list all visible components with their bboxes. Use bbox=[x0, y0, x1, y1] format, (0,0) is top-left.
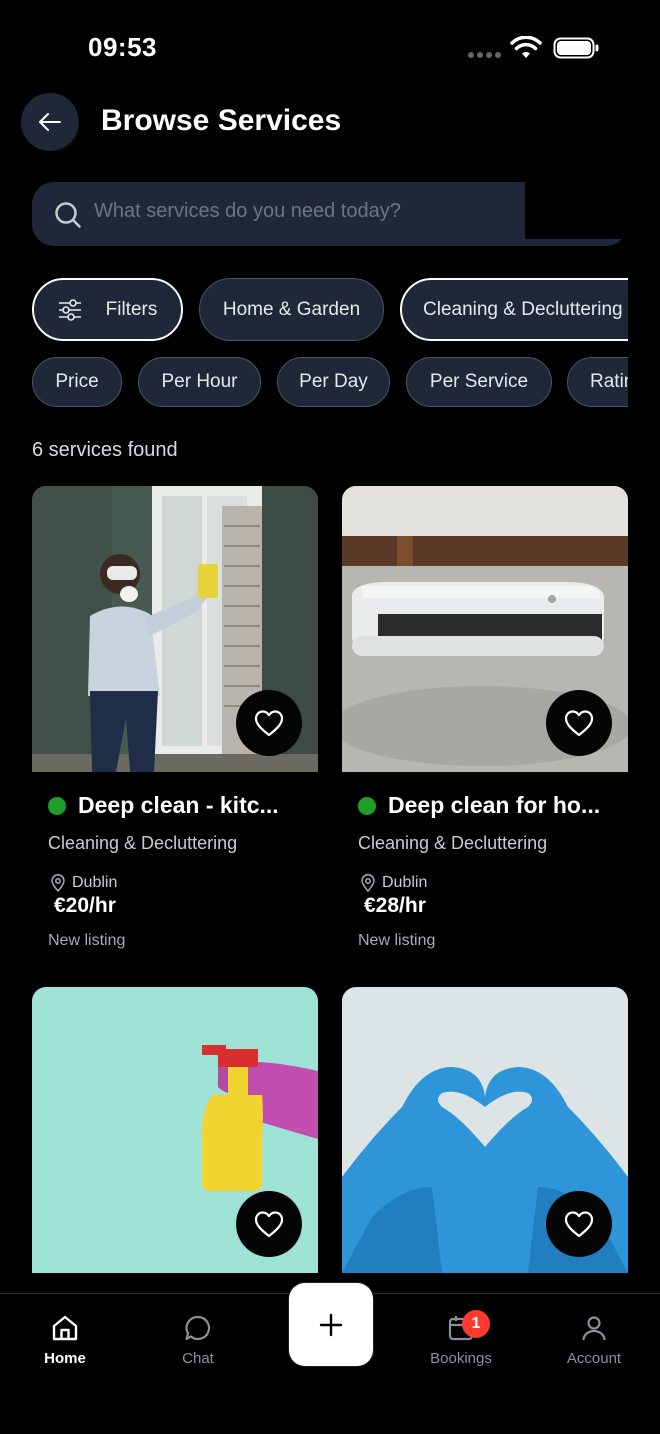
location-text: Dublin bbox=[72, 874, 118, 891]
favorite-button[interactable] bbox=[236, 690, 302, 756]
service-title: Deep clean - kitc... bbox=[48, 792, 279, 819]
listing-badge: New listing bbox=[358, 932, 436, 949]
wifi-icon bbox=[510, 36, 542, 58]
chip-label: Per Day bbox=[299, 371, 368, 392]
chip-rating[interactable]: Rating bbox=[567, 357, 628, 407]
search-input[interactable] bbox=[94, 194, 514, 228]
results-count: 6 services found bbox=[32, 439, 178, 461]
service-location: Dublin bbox=[50, 874, 117, 892]
status-dot bbox=[48, 796, 66, 815]
heart-icon bbox=[564, 1211, 594, 1238]
chip-price[interactable]: Price bbox=[32, 357, 122, 407]
arrow-left-icon bbox=[39, 113, 61, 131]
service-card[interactable] bbox=[32, 987, 318, 1293]
service-price: €28/hr bbox=[364, 894, 426, 917]
nav-chat[interactable]: Chat bbox=[143, 1314, 253, 1367]
service-image bbox=[342, 486, 628, 772]
service-category: Cleaning & Decluttering bbox=[358, 833, 548, 853]
heart-icon bbox=[564, 710, 594, 737]
nav-label: Bookings bbox=[430, 1350, 492, 1367]
chat-bubble-icon bbox=[185, 1315, 211, 1341]
service-image bbox=[342, 987, 628, 1273]
nav-account[interactable]: Account bbox=[539, 1314, 649, 1367]
back-button[interactable] bbox=[21, 93, 79, 151]
service-price: €20/hr bbox=[54, 894, 116, 917]
home-icon bbox=[52, 1315, 78, 1341]
category-chip-row: Filters Home & Garden Cleaning & Declutt… bbox=[32, 278, 628, 342]
location-pin-icon bbox=[51, 874, 65, 892]
service-location: Dublin bbox=[360, 874, 427, 892]
service-title-text: Deep clean - kitc... bbox=[78, 792, 279, 818]
person-icon bbox=[582, 1316, 606, 1341]
status-bar: 09:53 bbox=[0, 0, 660, 96]
location-text: Dublin bbox=[382, 874, 428, 891]
pricing-chip-row: Price Per Hour Per Day Per Service Ratin… bbox=[32, 357, 628, 407]
search-icon bbox=[55, 202, 81, 228]
favorite-button[interactable] bbox=[546, 1191, 612, 1257]
heart-icon bbox=[254, 710, 284, 737]
service-card[interactable] bbox=[342, 987, 628, 1293]
favorite-button[interactable] bbox=[236, 1191, 302, 1257]
chip-label: Rating bbox=[590, 371, 628, 392]
chip-per-hour[interactable]: Per Hour bbox=[138, 357, 261, 407]
service-card[interactable]: Deep clean for ho... Cleaning & Declutte… bbox=[342, 486, 628, 966]
nav-home[interactable]: Home bbox=[10, 1314, 120, 1367]
nav-label: Chat bbox=[182, 1350, 214, 1367]
chip-label: Per Hour bbox=[161, 371, 238, 392]
chip-cleaning-decluttering[interactable]: Cleaning & Decluttering bbox=[400, 278, 628, 341]
chip-label: Cleaning & Decluttering bbox=[423, 298, 623, 320]
location-pin-icon bbox=[361, 874, 375, 892]
chip-per-service[interactable]: Per Service bbox=[406, 357, 552, 407]
favorite-button[interactable] bbox=[546, 690, 612, 756]
status-dot bbox=[358, 796, 376, 815]
battery-icon bbox=[553, 37, 599, 59]
service-category: Cleaning & Decluttering bbox=[48, 833, 238, 853]
service-image bbox=[32, 987, 318, 1273]
nav-label: Account bbox=[566, 1350, 622, 1367]
heart-icon bbox=[254, 1211, 284, 1238]
service-title: Deep clean for ho... bbox=[358, 792, 600, 819]
chip-label: Per Service bbox=[429, 371, 529, 392]
listing-badge: New listing bbox=[48, 932, 126, 949]
chip-label: Home & Garden bbox=[222, 298, 361, 320]
service-image bbox=[32, 486, 318, 772]
chip-label: Price bbox=[55, 371, 99, 392]
signal-icon bbox=[468, 52, 501, 58]
status-time: 09:53 bbox=[88, 32, 157, 62]
chip-home-garden[interactable]: Home & Garden bbox=[199, 278, 384, 341]
service-card[interactable]: Deep clean - kitc... Cleaning & Declutte… bbox=[32, 486, 318, 966]
add-service-button[interactable] bbox=[289, 1283, 373, 1366]
service-title-text: Deep clean for ho... bbox=[388, 792, 601, 818]
plus-icon bbox=[319, 1313, 343, 1336]
filters-button[interactable]: Filters bbox=[32, 278, 183, 341]
search-bar-edge bbox=[525, 182, 628, 239]
filters-label: Filters bbox=[105, 298, 158, 320]
nav-label: Home bbox=[44, 1350, 86, 1367]
nav-bookings[interactable]: Bookings bbox=[406, 1314, 516, 1367]
sliders-icon bbox=[58, 298, 81, 321]
bookings-badge: 1 bbox=[462, 1310, 490, 1338]
chip-per-day[interactable]: Per Day bbox=[277, 357, 390, 407]
page-title: Browse Services bbox=[101, 104, 342, 137]
